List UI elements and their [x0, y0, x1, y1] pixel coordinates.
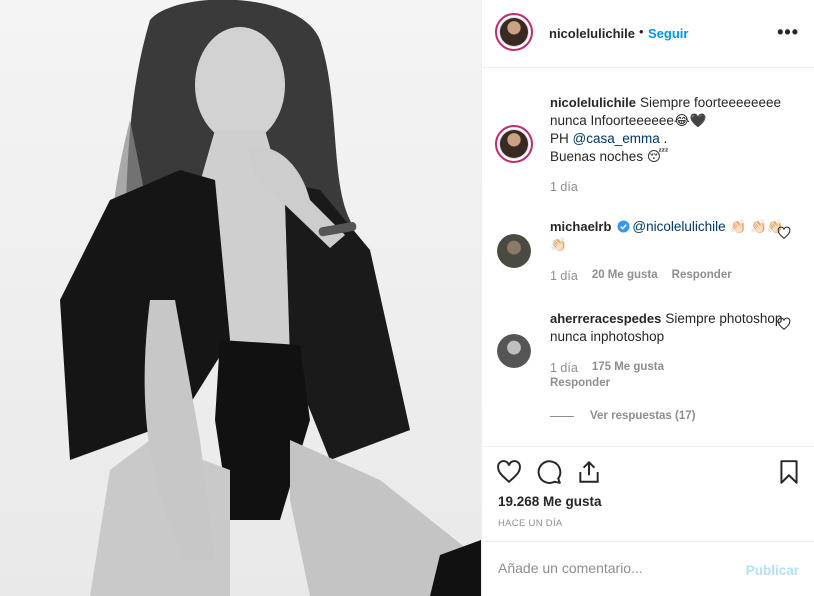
- caption-mention[interactable]: @casa_emma: [573, 131, 660, 146]
- post-photo-image: [60, 0, 481, 596]
- post-timestamp[interactable]: HACE UN DÍA: [498, 518, 563, 529]
- header-separator: •: [639, 24, 644, 39]
- commenter-avatar[interactable]: [497, 234, 531, 268]
- commenter-avatar[interactable]: [497, 334, 531, 368]
- post-side-panel: nicolelulichile • Seguir ••• nicolelulic…: [481, 0, 814, 596]
- view-replies-button[interactable]: Ver respuestas (17): [550, 410, 695, 422]
- publish-button[interactable]: Publicar: [746, 563, 799, 578]
- comment-input[interactable]: [498, 560, 738, 576]
- like-comment-icon[interactable]: [777, 226, 791, 240]
- caption-username[interactable]: nicolelulichile: [550, 95, 636, 110]
- comment-text: michaelrb @nicolelulichile 👏🏻 👏🏻👏🏻👏🏻: [550, 218, 790, 254]
- more-options-icon[interactable]: •••: [777, 22, 799, 43]
- view-replies-label: Ver respuestas (17): [590, 410, 696, 422]
- author-username[interactable]: nicolelulichile: [549, 26, 635, 41]
- like-comment-icon[interactable]: [777, 317, 791, 331]
- caption-line3: Buenas noches 😴: [550, 149, 669, 164]
- bookmark-icon[interactable]: [776, 459, 802, 485]
- post-header: nicolelulichile • Seguir •••: [482, 0, 814, 68]
- caption-line2-prefix: PH: [550, 131, 573, 146]
- add-comment-bar: Publicar: [482, 541, 814, 596]
- caption-time[interactable]: 1 día: [550, 180, 578, 194]
- comment-time[interactable]: 1 día: [550, 361, 578, 375]
- comment-meta: 1 día 175 Me gusta: [550, 361, 664, 375]
- action-bar: [482, 446, 814, 496]
- replies-divider: [550, 415, 574, 417]
- commenter-username[interactable]: michaelrb: [550, 219, 611, 234]
- author-avatar[interactable]: [495, 13, 533, 51]
- comment-icon[interactable]: [536, 459, 562, 485]
- caption-meta: 1 día: [550, 180, 578, 194]
- caption-text: nicolelulichile Siempre foorteeeeeeee nun…: [550, 94, 790, 166]
- post-photo[interactable]: [0, 0, 481, 596]
- comment-text: aherreracespedes Siempre photoshop nunca …: [550, 310, 790, 346]
- follow-button[interactable]: Seguir: [648, 26, 688, 41]
- share-icon[interactable]: [576, 459, 602, 485]
- comment-likes[interactable]: 20 Me gusta: [592, 269, 658, 283]
- verified-badge-icon: [617, 220, 630, 233]
- comment-mention[interactable]: @nicolelulichile: [632, 219, 725, 234]
- comment-meta-reply: Responder: [550, 377, 610, 389]
- reply-button[interactable]: Responder: [550, 377, 610, 389]
- comment-meta: 1 día 20 Me gusta Responder: [550, 269, 732, 283]
- caption-line2-suffix: .: [659, 131, 668, 146]
- commenter-username[interactable]: aherreracespedes: [550, 311, 661, 326]
- comment-likes[interactable]: 175 Me gusta: [592, 361, 664, 375]
- likes-count[interactable]: 19.268 Me gusta: [498, 494, 602, 509]
- reply-button[interactable]: Responder: [672, 269, 732, 283]
- heart-icon[interactable]: [496, 459, 522, 485]
- comment-time[interactable]: 1 día: [550, 269, 578, 283]
- caption-avatar[interactable]: [495, 125, 533, 163]
